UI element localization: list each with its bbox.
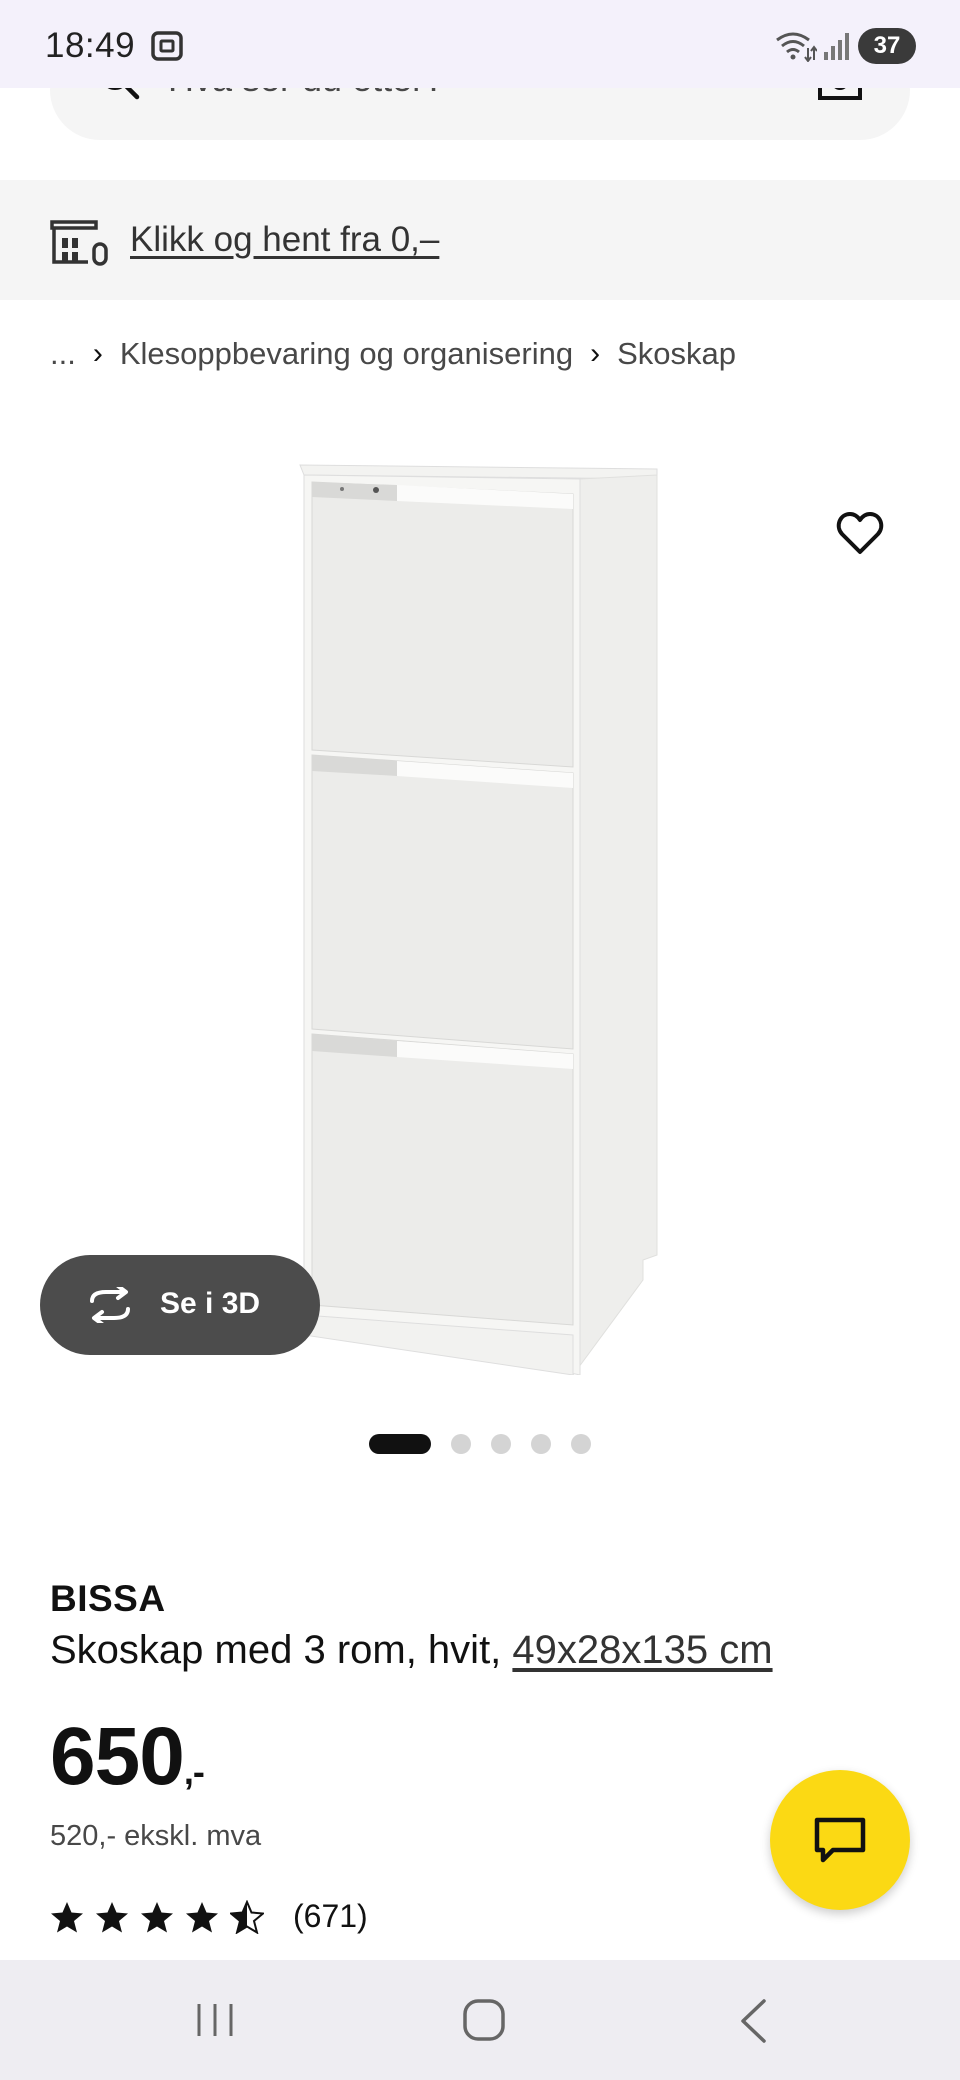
carousel-dot-2[interactable] [451, 1434, 471, 1454]
star-icon [186, 1901, 218, 1932]
product-image[interactable] [290, 455, 670, 1375]
review-count[interactable]: (671) [293, 1898, 368, 1935]
carousel-dots [369, 1434, 591, 1454]
view-3d-label: Se i 3D [160, 1287, 261, 1320]
store-icon [50, 220, 108, 266]
star-icon [141, 1901, 173, 1932]
star-icon [51, 1901, 83, 1932]
carousel-dot-4[interactable] [531, 1434, 551, 1454]
heart-icon[interactable] [836, 510, 884, 556]
product-description-text: Skoskap med 3 rom, hvit, [50, 1628, 513, 1672]
price-suffix: ,- [183, 1751, 205, 1792]
click-and-collect-link[interactable]: Klikk og hent fra 0,– [130, 220, 439, 260]
screen-record-icon [151, 31, 183, 61]
price-value: 650 [50, 1711, 185, 1802]
wifi-icon [776, 32, 817, 62]
product-price: 650,- [50, 1710, 205, 1804]
back-icon[interactable] [738, 1998, 768, 2044]
status-time: 18:49 [45, 26, 136, 65]
carousel-dot-5[interactable] [571, 1434, 591, 1454]
view-3d-button[interactable]: Se i 3D [40, 1255, 320, 1355]
breadcrumb-ellipsis[interactable]: ... [50, 336, 76, 372]
carousel-dot-3[interactable] [491, 1434, 511, 1454]
breadcrumb: ... › Klesoppbevaring og organisering › … [50, 334, 736, 374]
rotate-3d-icon [90, 1287, 130, 1323]
price-ex-vat: 520,- ekskl. mva [50, 1820, 262, 1852]
breadcrumb-item-klesoppbevaring[interactable]: Klesoppbevaring og organisering [120, 336, 573, 372]
system-nav-bar [0, 1960, 960, 2080]
chevron-right-icon: › [590, 337, 601, 370]
carousel-dot-1[interactable] [369, 1434, 431, 1454]
product-rating[interactable]: (671) [50, 1898, 368, 1935]
home-icon[interactable] [462, 1998, 506, 2042]
signal-icon [824, 33, 849, 60]
recent-apps-icon[interactable] [194, 2000, 236, 2040]
chat-button[interactable] [770, 1770, 910, 1910]
pickup-banner[interactable]: Klikk og hent fra 0,– [0, 180, 960, 300]
product-name: BISSA [50, 1578, 166, 1619]
product-description: Skoskap med 3 rom, hvit, 49x28x135 cm [50, 1628, 773, 1673]
battery-badge: 37 [858, 28, 916, 64]
status-bar: 18:49 37 [0, 0, 960, 88]
chevron-right-icon: › [92, 337, 103, 370]
chat-icon [814, 1817, 866, 1863]
star-icon [96, 1901, 128, 1932]
breadcrumb-item-skoskap[interactable]: Skoskap [617, 336, 736, 372]
half-star-icon [230, 1899, 264, 1934]
product-dimensions-link[interactable]: 49x28x135 cm [512, 1628, 772, 1672]
